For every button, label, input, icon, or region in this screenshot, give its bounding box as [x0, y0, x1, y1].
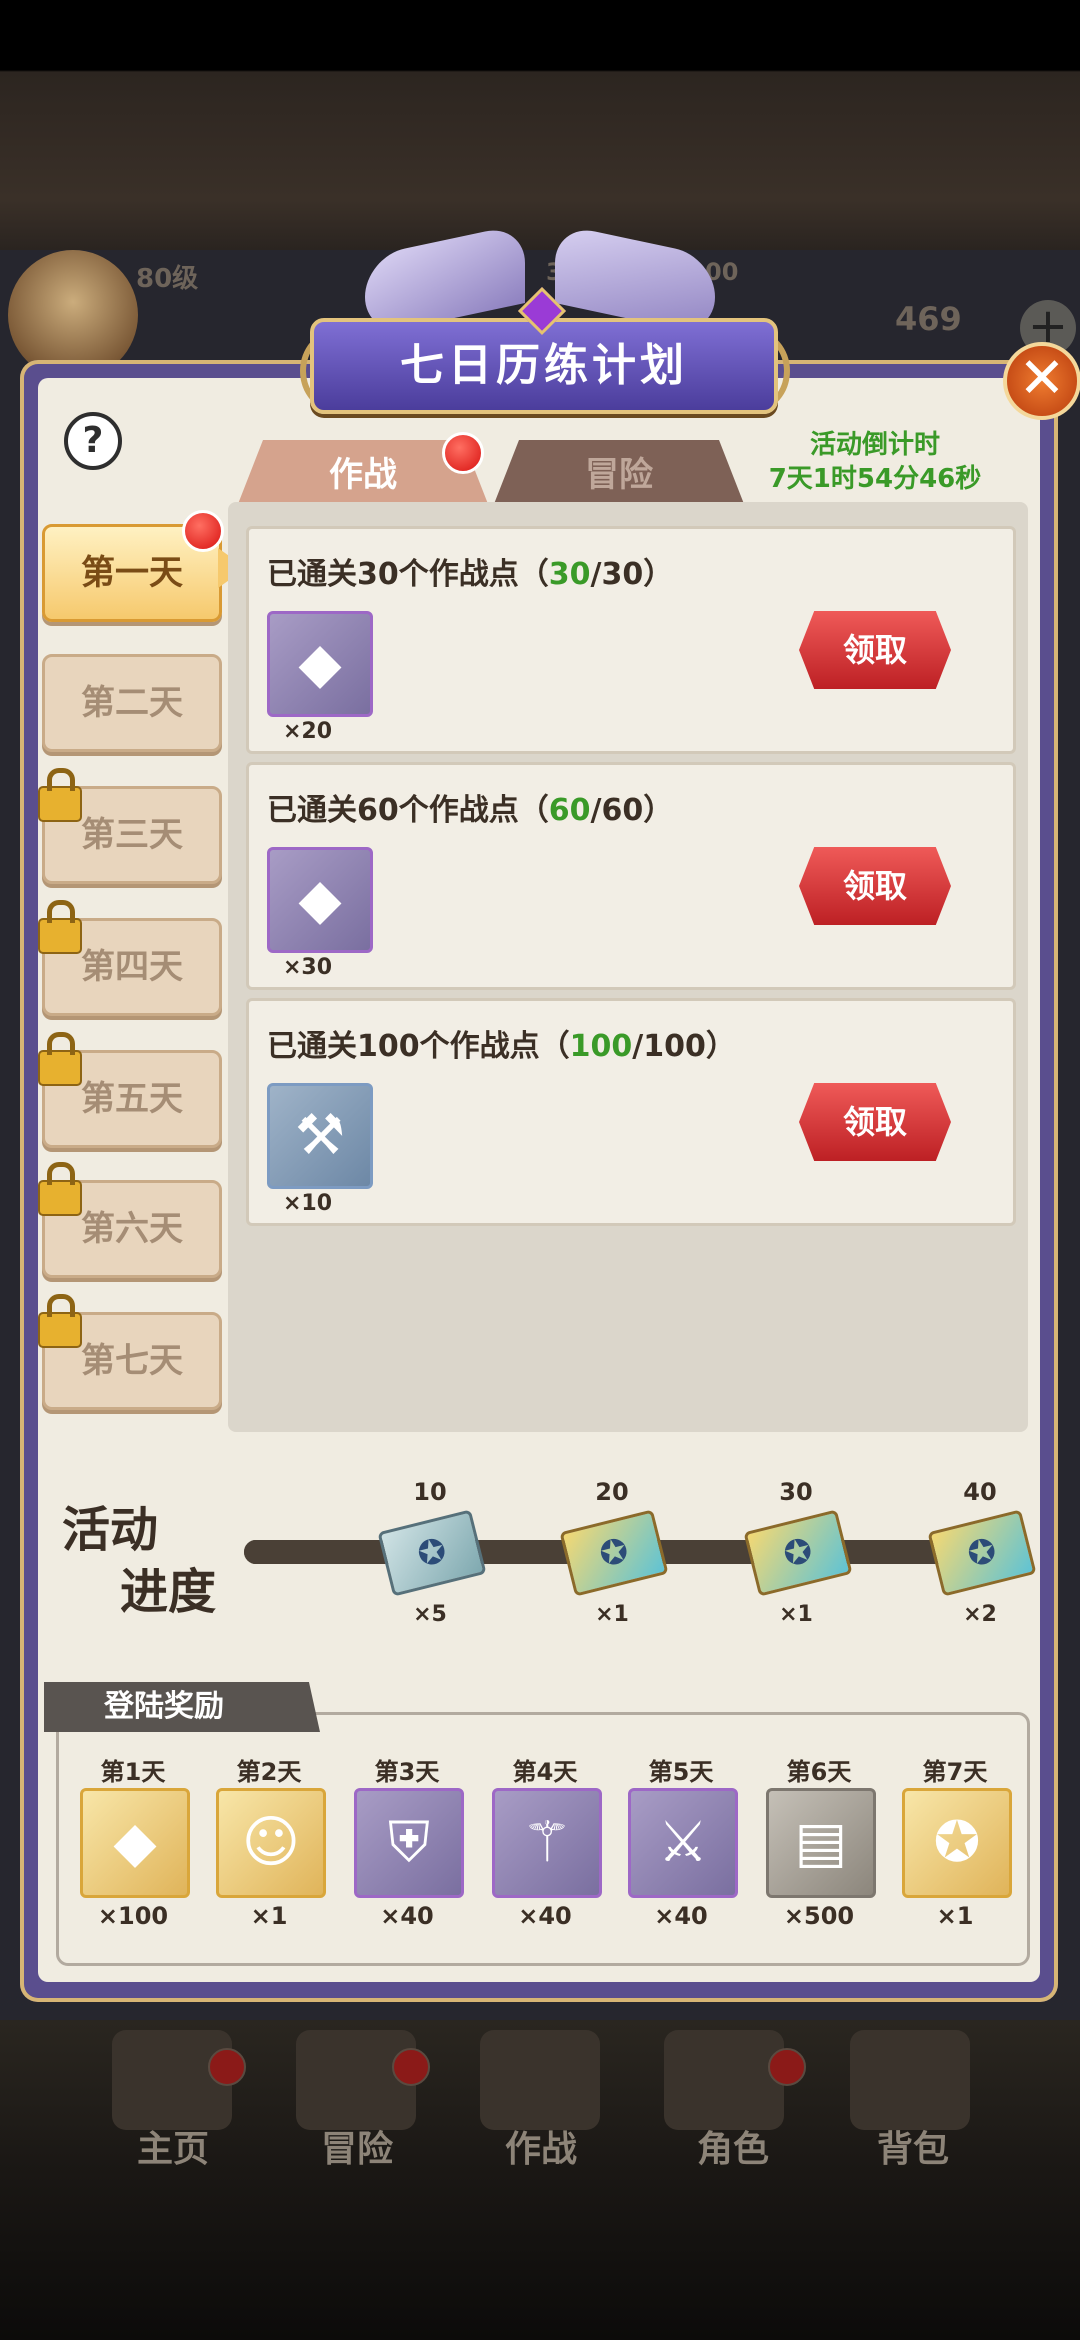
day-tab-2[interactable]: 第二天 [42, 654, 222, 752]
countdown-value: 7天1时54分46秒 [768, 464, 982, 494]
task-title: 已通关60个作战点（60/60） [267, 793, 674, 828]
login-reward-item[interactable]: ✪ [902, 1788, 1012, 1898]
login-day-label: 第4天 [512, 1758, 578, 1786]
milestone-value: 40 [963, 1478, 997, 1506]
close-button[interactable]: ✕ [1003, 342, 1080, 420]
claim-button[interactable]: 领取 [799, 611, 951, 689]
shield-icon: ⛨ [388, 1810, 430, 1875]
login-day-label: 第7天 [922, 1758, 988, 1786]
rainbow-gem-icon: ◆ [298, 631, 342, 696]
milestone-value: 30 [779, 1478, 813, 1506]
login-reward-quantity: ×40 [380, 1902, 434, 1930]
rainbow-gem-icon: ◆ [298, 867, 342, 932]
gem-count: 469 [895, 300, 962, 338]
milestone-value: 20 [595, 1478, 629, 1506]
login-reward-quantity: ×40 [518, 1902, 572, 1930]
countdown-label: 活动倒计时 [809, 430, 940, 460]
lock-icon [38, 1032, 82, 1086]
nav-adventure[interactable]: 冒险 [282, 2120, 432, 2172]
milestone-value: 10 [413, 1478, 447, 1506]
top-bar-background [0, 0, 1080, 250]
lock-icon [38, 900, 82, 954]
reward-quantity: ×20 [283, 719, 333, 744]
progress-label-line1: 活动 [62, 1502, 159, 1558]
reward-item[interactable]: ⚒ [267, 1083, 373, 1189]
task-title: 已通关30个作战点（30/30） [267, 557, 674, 592]
login-reward-item[interactable]: ⚔ [628, 1788, 738, 1898]
lock-icon [38, 1294, 82, 1348]
nav-backpack[interactable]: 背包 [838, 2120, 988, 2172]
login-reward-item[interactable]: ⛨ [354, 1788, 464, 1898]
hammer-icon: ⚒ [294, 1103, 346, 1168]
battle-icon [480, 2030, 600, 2130]
claim-button[interactable]: 领取 [799, 847, 951, 925]
login-reward-quantity: ×1 [936, 1902, 974, 1930]
claim-button[interactable]: 领取 [799, 1083, 951, 1161]
progress-label-line2: 进度 [120, 1564, 217, 1620]
nav-notification-dot [392, 2048, 430, 2086]
milestone-quantity: ×1 [779, 1602, 813, 1627]
task-card: 已通关30个作战点（30/30） ◆ ×20 领取 [246, 526, 1016, 754]
login-reward-item[interactable]: ⚚ [492, 1788, 602, 1898]
book-icon: ▤ [794, 1810, 848, 1875]
rainbow-gem-icon: ◆ [113, 1810, 157, 1875]
nav-home[interactable]: 主页 [98, 2120, 248, 2172]
nav-notification-dot [208, 2048, 246, 2086]
nav-battle[interactable]: 作战 [466, 2120, 616, 2172]
task-card: 已通关100个作战点（100/100） ⚒ ×10 领取 [246, 998, 1016, 1226]
task-title: 已通关100个作战点（100/100） [267, 1029, 736, 1064]
milestone-quantity: ×2 [963, 1602, 997, 1627]
login-reward-quantity: ×100 [97, 1902, 169, 1930]
nav-notification-dot [768, 2048, 806, 2086]
task-card: 已通关60个作战点（60/60） ◆ ×30 领取 [246, 762, 1016, 990]
tab-adventure[interactable]: 冒险 [494, 440, 744, 504]
lock-icon [38, 768, 82, 822]
reward-item[interactable]: ◆ [267, 847, 373, 953]
help-button[interactable]: ? [64, 412, 122, 470]
milestone-quantity: ×1 [595, 1602, 629, 1627]
staff-icon: ⚚ [521, 1810, 573, 1875]
character-icon [664, 2030, 784, 2130]
nav-character[interactable]: 角色 [658, 2120, 808, 2172]
login-day-label: 第6天 [786, 1758, 852, 1786]
login-reward-quantity: ×500 [783, 1902, 855, 1930]
event-countdown: 活动倒计时 7天1时54分46秒 [750, 428, 1000, 496]
login-day-label: 第3天 [374, 1758, 440, 1786]
login-reward-quantity: ×40 [654, 1902, 708, 1930]
sword-icon: ⚔ [657, 1810, 709, 1875]
login-reward-quantity: ×1 [250, 1902, 288, 1930]
login-day-label: 第1天 [100, 1758, 166, 1786]
reward-quantity: ×30 [283, 955, 333, 980]
login-reward-item[interactable]: ☺ [216, 1788, 326, 1898]
login-reward-item[interactable]: ◆ [80, 1788, 190, 1898]
lock-icon [38, 1162, 82, 1216]
reward-item[interactable]: ◆ [267, 611, 373, 717]
character-portrait-icon: ☺ [241, 1810, 301, 1875]
milestone-quantity: ×5 [413, 1602, 447, 1627]
reward-quantity: ×10 [283, 1191, 333, 1216]
day-1-notification-dot [182, 510, 224, 552]
login-day-label: 第2天 [236, 1758, 302, 1786]
gold-ticket-icon: ✪ [933, 1810, 981, 1875]
tab-battle-notification-dot [442, 432, 484, 474]
login-reward-item[interactable]: ▤ [766, 1788, 876, 1898]
login-day-label: 第5天 [648, 1758, 714, 1786]
login-rewards-title: 登陆奖励 [44, 1682, 320, 1732]
backpack-icon [850, 2030, 970, 2130]
player-level: 80级 [136, 264, 199, 294]
